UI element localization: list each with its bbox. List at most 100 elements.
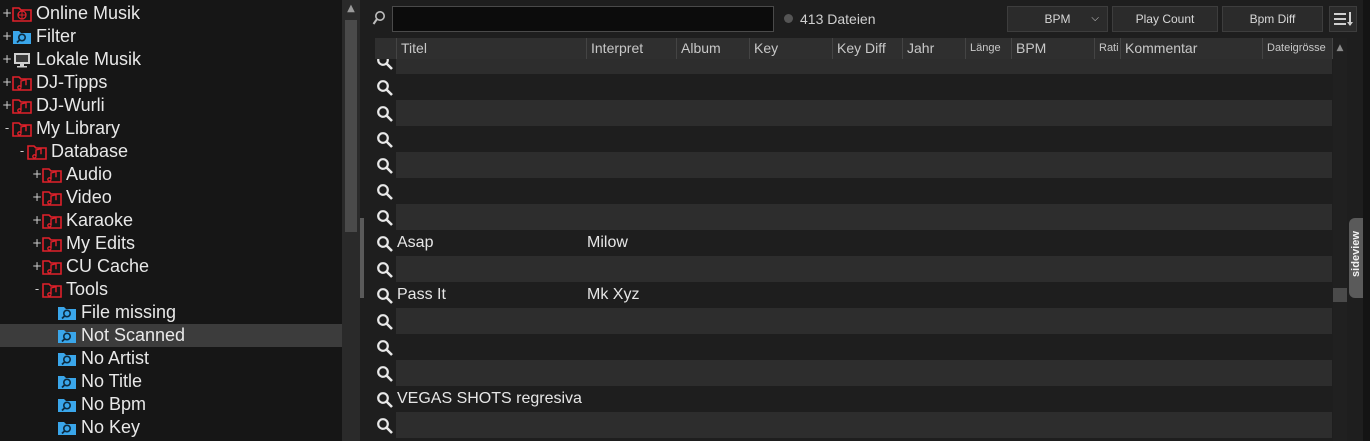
table-row[interactable] [364,204,1332,230]
column-header-cell[interactable]: Titel [397,38,587,59]
magnifier-icon[interactable] [376,287,394,305]
table-row[interactable]: Pass It Mk Xyz [364,282,1332,308]
tree-item[interactable]: Not Scanned [0,324,342,347]
magnifier-icon[interactable] [376,79,394,97]
play-count-button[interactable]: Play Count [1112,6,1218,32]
expand-icon[interactable]: + [32,255,42,278]
file-list-panel: 413 Dateien BPM ⌵ Play Count Bpm Diff Ti… [364,0,1370,441]
tree-item[interactable]: - Tools [0,278,342,301]
column-header-cell[interactable]: Dateigrösse [1263,38,1333,59]
track-title: VEGAS SHOTS regresiva [397,390,582,407]
bpm-diff-button[interactable]: Bpm Diff [1222,6,1323,32]
column-header-cell[interactable]: Album [677,38,750,59]
list-scrollbar[interactable]: ▲ [1333,38,1347,441]
expand-icon[interactable]: + [32,232,42,255]
column-header-cell[interactable]: BPM [1012,38,1095,59]
magnifier-icon[interactable] [376,183,394,201]
magnifier-icon[interactable] [376,417,394,435]
magnifier-icon[interactable] [376,105,394,123]
table-row[interactable] [364,178,1332,204]
list-options-button[interactable] [1329,6,1357,32]
expand-icon[interactable]: + [2,71,12,94]
table-row[interactable] [364,100,1332,126]
search-input[interactable] [392,6,774,32]
tree-item[interactable]: + Karaoke [0,209,342,232]
column-header-cell[interactable]: Rati [1095,38,1121,59]
magnifier-icon[interactable] [376,235,394,253]
table-row[interactable]: VEGAS SHOTS regresiva [364,386,1332,412]
tree-item[interactable]: No Key [0,416,342,439]
expand-icon[interactable]: + [2,2,12,25]
sideview-tab[interactable]: sideview [1349,218,1363,298]
filter-folder-icon [12,28,32,45]
tree-item[interactable]: No Artist [0,347,342,370]
magnifier-icon[interactable] [376,59,394,71]
column-header-cell[interactable]: Länge [966,38,1012,59]
column-header-cell[interactable]: Kommentar [1121,38,1263,59]
tree-item-label: Video [66,187,112,207]
list-scroll-thumb[interactable] [1333,288,1347,302]
track-list: Asap Milow Pass It Mk Xyz VEGAS SHOTS regres… [364,59,1334,441]
scroll-up-arrow-icon[interactable]: ▲ [342,0,360,18]
music-folder-icon [42,258,62,275]
tree-item[interactable]: + DJ-Tipps [0,71,342,94]
collapse-icon[interactable]: - [17,140,27,163]
expand-icon[interactable]: + [32,163,42,186]
table-row[interactable] [364,256,1332,282]
tree-scroll-thumb[interactable] [345,20,357,232]
expand-icon[interactable]: + [32,186,42,209]
table-row[interactable] [364,360,1332,386]
table-row[interactable]: Asap Milow [364,230,1332,256]
scroll-up-arrow-icon[interactable]: ▲ [1333,40,1347,56]
tree-item[interactable]: + Filter [0,25,342,48]
tree-item[interactable]: + My Edits [0,232,342,255]
tree-item[interactable]: + Online Musik [0,2,342,25]
bpm-sort-dropdown[interactable]: BPM ⌵ [1007,6,1108,32]
tree-item-label: DJ-Wurli [36,95,105,115]
expand-icon[interactable]: + [2,25,12,48]
magnifier-icon[interactable] [376,157,394,175]
tree-item[interactable]: + DJ-Wurli [0,94,342,117]
tree-item[interactable]: No Title [0,370,342,393]
tree-item[interactable]: - Database [0,140,342,163]
table-row[interactable] [364,308,1332,334]
column-header-cell[interactable]: Key Diff [833,38,903,59]
expand-icon[interactable]: + [2,94,12,117]
magnifier-icon[interactable] [376,131,394,149]
column-header-cell[interactable]: Key [750,38,833,59]
table-row[interactable] [364,412,1332,438]
tree-item[interactable]: + Video [0,186,342,209]
magnifier-icon[interactable] [376,365,394,383]
tree-scrollbar[interactable]: ▲ [342,0,360,441]
tree-item-label: Lokale Musik [36,49,142,69]
table-row[interactable] [364,152,1332,178]
magnifier-icon[interactable] [376,261,394,279]
expand-icon[interactable]: + [2,48,12,71]
column-header-cell[interactable]: Jahr [903,38,966,59]
tree-item[interactable]: + Lokale Musik [0,48,342,71]
tree-item-label: Online Musik [36,3,141,23]
globe-folder-icon [12,5,32,22]
tree-item[interactable]: + Audio [0,163,342,186]
collapse-icon[interactable]: - [32,278,42,301]
table-row[interactable] [364,74,1332,100]
collapse-icon[interactable]: - [2,117,12,140]
track-artist: Milow [587,234,628,251]
magnifier-icon[interactable] [376,209,394,227]
expand-icon[interactable]: + [32,209,42,232]
column-header-cell[interactable]: Interpret [587,38,677,59]
magnifier-icon[interactable] [376,391,394,409]
tree-item[interactable]: File missing [0,301,342,324]
tree-item[interactable]: + CU Cache [0,255,342,278]
table-row[interactable] [364,334,1332,360]
tree-item[interactable]: No Bpm [0,393,342,416]
magnifier-icon[interactable] [376,339,394,357]
table-row[interactable] [364,126,1332,152]
music-folder-icon [42,212,62,229]
tree-item[interactable]: - My Library [0,117,342,140]
track-title: Pass It [397,286,446,303]
computer-icon [12,51,32,68]
magnifier-icon[interactable] [376,313,394,331]
status-dot [784,14,793,23]
table-row[interactable] [364,59,1332,74]
